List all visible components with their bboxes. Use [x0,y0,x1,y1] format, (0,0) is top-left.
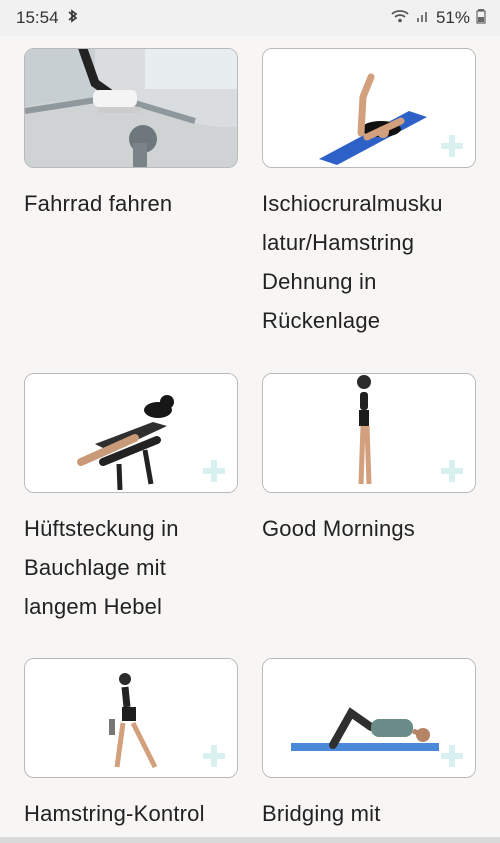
exercise-grid: Fahrrad fahren Ischiocruralmusku latur/H… [0,36,500,843]
exercise-card-good-mornings[interactable]: Good Mornings [262,373,476,548]
status-bar: 15:54 51% [0,0,500,36]
exercise-card-hueftstreckung[interactable]: Hüftsteckung in Bauchlage mit langem Heb… [24,373,238,626]
exercise-card-hamstring-dehnung[interactable]: Ischiocruralmusku latur/Hamstring Dehnun… [262,48,476,340]
bluetooth-icon [67,8,79,29]
add-exercise-icon[interactable] [203,745,225,767]
exercise-title: Ischiocruralmusku latur/Hamstring Dehnun… [262,191,443,333]
exercise-thumbnail[interactable] [24,373,238,493]
wifi-icon [390,8,410,29]
add-exercise-icon[interactable] [203,460,225,482]
add-exercise-icon[interactable] [441,745,463,767]
exercise-title: Good Mornings [262,516,416,541]
exercise-thumbnail[interactable] [24,658,238,778]
add-exercise-icon[interactable] [441,135,463,157]
exercise-card-bridging[interactable]: Bridging mit [262,658,476,833]
battery-icon [476,8,486,29]
battery-percent: 51% [435,8,470,27]
exercise-thumbnail[interactable] [262,373,476,493]
exercise-thumbnail[interactable] [262,48,476,168]
exercise-title: Hamstring-Kontrol [24,801,205,826]
signal-icon [416,8,430,28]
exercise-title: Hüftsteckung in Bauchlage mit langem Heb… [24,516,179,619]
exercise-title: Fahrrad fahren [24,191,173,216]
exercise-card-fahrrad[interactable]: Fahrrad fahren [24,48,238,223]
exercise-title: Bridging mit [262,801,381,826]
add-exercise-icon[interactable] [441,460,463,482]
bottom-edge [0,837,500,843]
exercise-thumbnail[interactable] [24,48,238,168]
exercise-thumbnail[interactable] [262,658,476,778]
status-time: 15:54 [16,8,59,27]
exercise-card-hamstring-kontrolle[interactable]: Hamstring-Kontrol [24,658,238,833]
